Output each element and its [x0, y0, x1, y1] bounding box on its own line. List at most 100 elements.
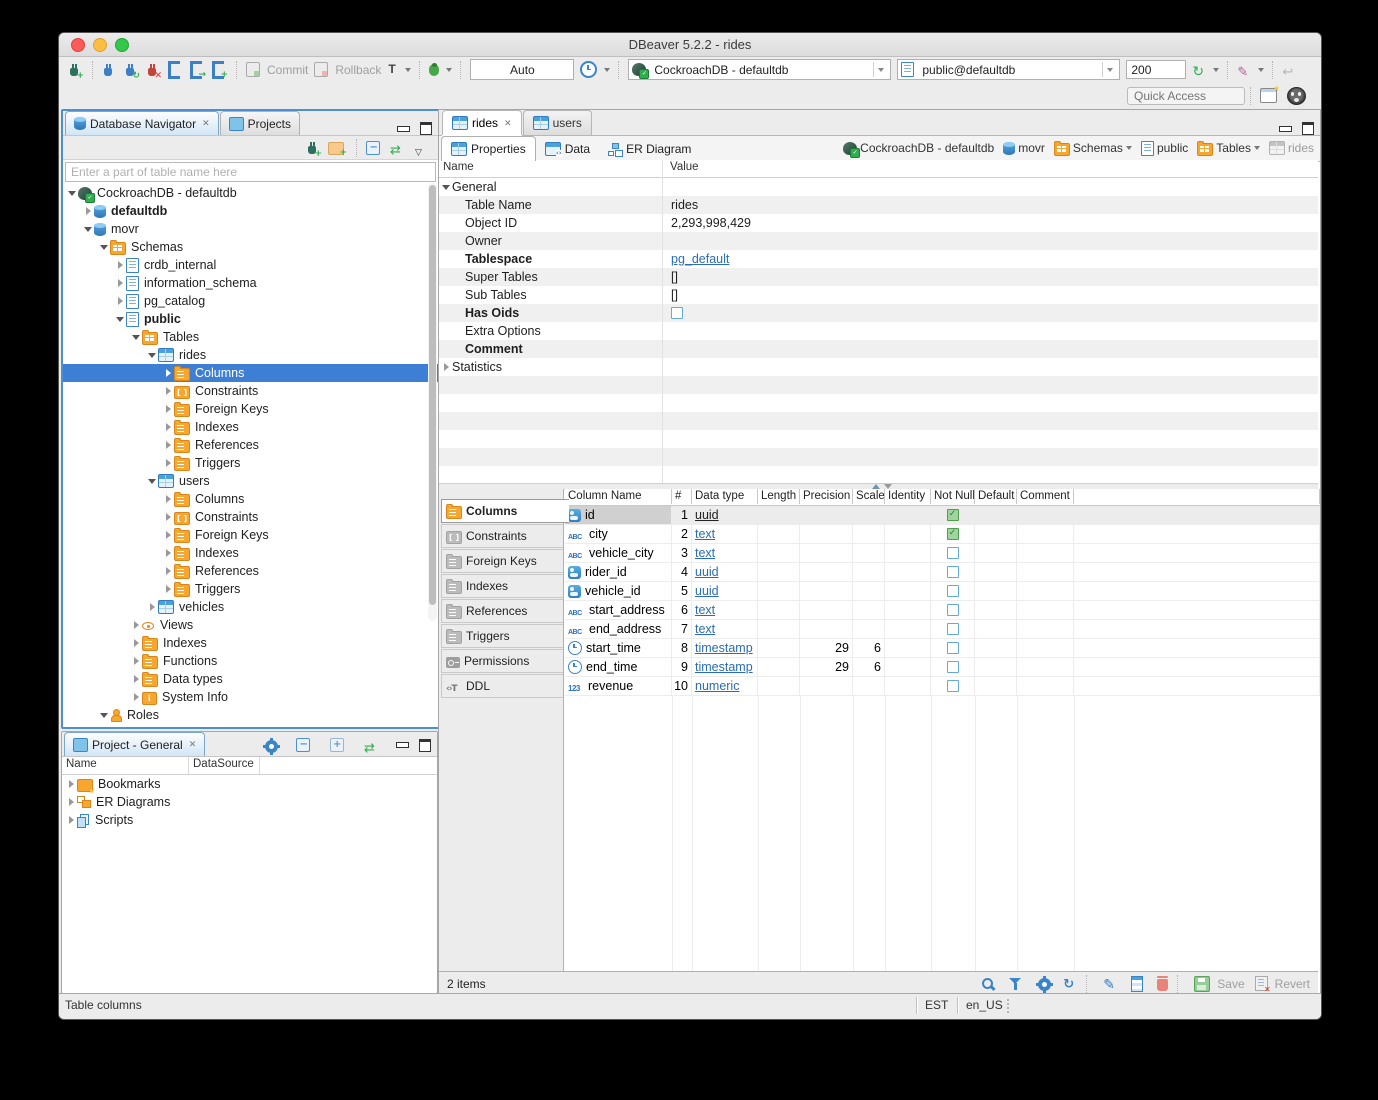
editor-tab-users[interactable]: users	[523, 110, 592, 135]
dropdown-caret-icon[interactable]	[604, 68, 610, 72]
comment-cell[interactable]	[1017, 658, 1074, 676]
precision-cell[interactable]	[800, 563, 853, 581]
maximize-view-icon[interactable]	[419, 739, 431, 752]
txmode-button[interactable]	[384, 59, 414, 81]
subtab-data[interactable]: Data	[536, 137, 599, 161]
tree-item-cockroachdb-defaultdb[interactable]: CockroachDB - defaultdb	[63, 184, 438, 202]
grid-column-header-not-null[interactable]: Not Null	[931, 489, 975, 504]
property-row-has-oids[interactable]: Has Oids	[439, 304, 1318, 322]
project-settings-button[interactable]	[260, 734, 283, 756]
tree-item-indexes[interactable]: Indexes	[63, 418, 438, 436]
checkbox-unchecked-icon[interactable]	[947, 585, 959, 597]
length-cell[interactable]	[758, 658, 800, 676]
property-row-owner[interactable]: Owner	[439, 232, 1318, 250]
column-name-cell[interactable]: revenue	[565, 677, 672, 695]
maximize-view-icon[interactable]	[1302, 122, 1314, 135]
tree-item-public[interactable]: public	[63, 310, 438, 328]
tx-new-button[interactable]: +	[209, 59, 231, 81]
link-with-editor-button[interactable]	[387, 137, 412, 159]
data-type-link[interactable]: uuid	[695, 508, 719, 522]
precision-cell[interactable]	[800, 506, 853, 524]
not-null-cell[interactable]	[931, 563, 975, 581]
dropdown-caret-icon[interactable]	[1213, 68, 1219, 72]
expand-arrow-icon[interactable]	[131, 670, 142, 688]
breadcrumb-item-movr[interactable]: movr	[1003, 141, 1045, 155]
tree-item-constraints[interactable]: Constraints	[63, 508, 438, 526]
expand-arrow-icon[interactable]	[163, 364, 174, 382]
identity-cell[interactable]	[885, 506, 931, 524]
collapse-all-button[interactable]	[293, 734, 317, 756]
precision-cell[interactable]: 29	[800, 639, 853, 657]
tree-item-users[interactable]: users	[63, 472, 438, 490]
not-null-cell[interactable]	[931, 544, 975, 562]
checkbox-unchecked-icon[interactable]	[947, 661, 959, 673]
property-row-super-tables[interactable]: Super Tables[]	[439, 268, 1318, 286]
commit-button[interactable]: Commit	[243, 59, 311, 81]
expand-arrow-icon[interactable]	[115, 256, 126, 274]
tree-item-information-schema[interactable]: information_schema	[63, 274, 438, 292]
identity-cell[interactable]	[885, 601, 931, 619]
grid-column-header-column-name[interactable]: Column Name	[565, 489, 672, 504]
brush-button[interactable]	[1234, 59, 1267, 81]
identity-cell[interactable]	[885, 677, 931, 695]
filter-button[interactable]	[1009, 977, 1026, 991]
expand-arrow-icon[interactable]	[131, 634, 142, 652]
tree-item-views[interactable]: Views	[63, 616, 438, 634]
property-row-tablespace[interactable]: Tablespacepg_default	[439, 250, 1318, 268]
tree-item-foreign-keys[interactable]: Foreign Keys	[63, 400, 438, 418]
collapse-arrow-icon[interactable]	[147, 346, 158, 364]
precision-cell[interactable]	[800, 620, 853, 638]
expand-arrow-icon[interactable]	[163, 508, 174, 526]
identity-cell[interactable]	[885, 639, 931, 657]
precision-cell[interactable]	[800, 677, 853, 695]
comment-cell[interactable]	[1017, 677, 1074, 695]
column-row-vehicle_city[interactable]: vehicle_city3text	[565, 544, 1320, 563]
tree-item-columns[interactable]: Columns	[63, 364, 438, 382]
default-cell[interactable]	[975, 544, 1017, 562]
close-tab-icon[interactable]: ✕	[504, 118, 512, 129]
column-name-cell[interactable]: vehicle_id	[565, 582, 672, 600]
detail-tab-references[interactable]: References	[441, 599, 563, 623]
default-cell[interactable]	[975, 620, 1017, 638]
value-link[interactable]: pg_default	[671, 252, 729, 266]
grid-column-header--[interactable]: #	[672, 489, 692, 504]
collapse-arrow-icon[interactable]	[67, 184, 78, 202]
data-type-link[interactable]: text	[695, 527, 715, 541]
property-value[interactable]: []	[662, 288, 678, 302]
settings-button[interactable]	[1036, 976, 1053, 991]
expand-arrow-icon[interactable]	[163, 580, 174, 598]
data-type-link[interactable]: text	[695, 546, 715, 560]
property-row-table-name[interactable]: Table Namerides	[439, 196, 1318, 214]
length-cell[interactable]	[758, 601, 800, 619]
column-header-value[interactable]: Value	[666, 160, 703, 177]
close-tab-icon[interactable]: ✕	[202, 118, 210, 129]
collapse-arrow-icon[interactable]	[441, 178, 452, 196]
comment-cell[interactable]	[1017, 544, 1074, 562]
combo-arrow-icon[interactable]	[873, 62, 887, 77]
tree-item-pg-catalog[interactable]: pg_catalog	[63, 292, 438, 310]
scale-cell[interactable]	[853, 601, 885, 619]
tree-item-references[interactable]: References	[63, 436, 438, 454]
plug-sync-button[interactable]: ↻	[121, 59, 143, 81]
minimize-view-icon[interactable]	[396, 742, 409, 748]
grid-column-header-comment[interactable]: Comment	[1017, 489, 1074, 504]
data-type-link[interactable]: text	[695, 622, 715, 636]
detail-tab-constraints[interactable]: Constraints	[441, 524, 563, 548]
default-cell[interactable]	[975, 525, 1017, 543]
data-type-cell[interactable]: uuid	[692, 582, 758, 600]
checkbox-checked-icon[interactable]	[947, 509, 959, 521]
expand-arrow-icon[interactable]	[163, 454, 174, 472]
not-null-cell[interactable]	[931, 525, 975, 543]
tab-database-navigator[interactable]: Database Navigator ✕	[65, 111, 219, 135]
tree-item-triggers[interactable]: Triggers	[63, 580, 438, 598]
data-type-link[interactable]: numeric	[695, 679, 739, 693]
detail-tab-columns[interactable]: Columns	[441, 499, 569, 523]
data-type-cell[interactable]: uuid	[692, 563, 758, 581]
property-row-statistics[interactable]: Statistics	[439, 358, 1318, 376]
tree-item-roles[interactable]: Roles	[63, 706, 438, 724]
length-cell[interactable]	[758, 563, 800, 581]
identity-cell[interactable]	[885, 582, 931, 600]
close-tab-icon[interactable]: ✕	[189, 739, 197, 750]
dbeaver-perspective-button[interactable]	[1284, 85, 1313, 107]
editor-tab-rides[interactable]: rides✕	[442, 110, 522, 135]
